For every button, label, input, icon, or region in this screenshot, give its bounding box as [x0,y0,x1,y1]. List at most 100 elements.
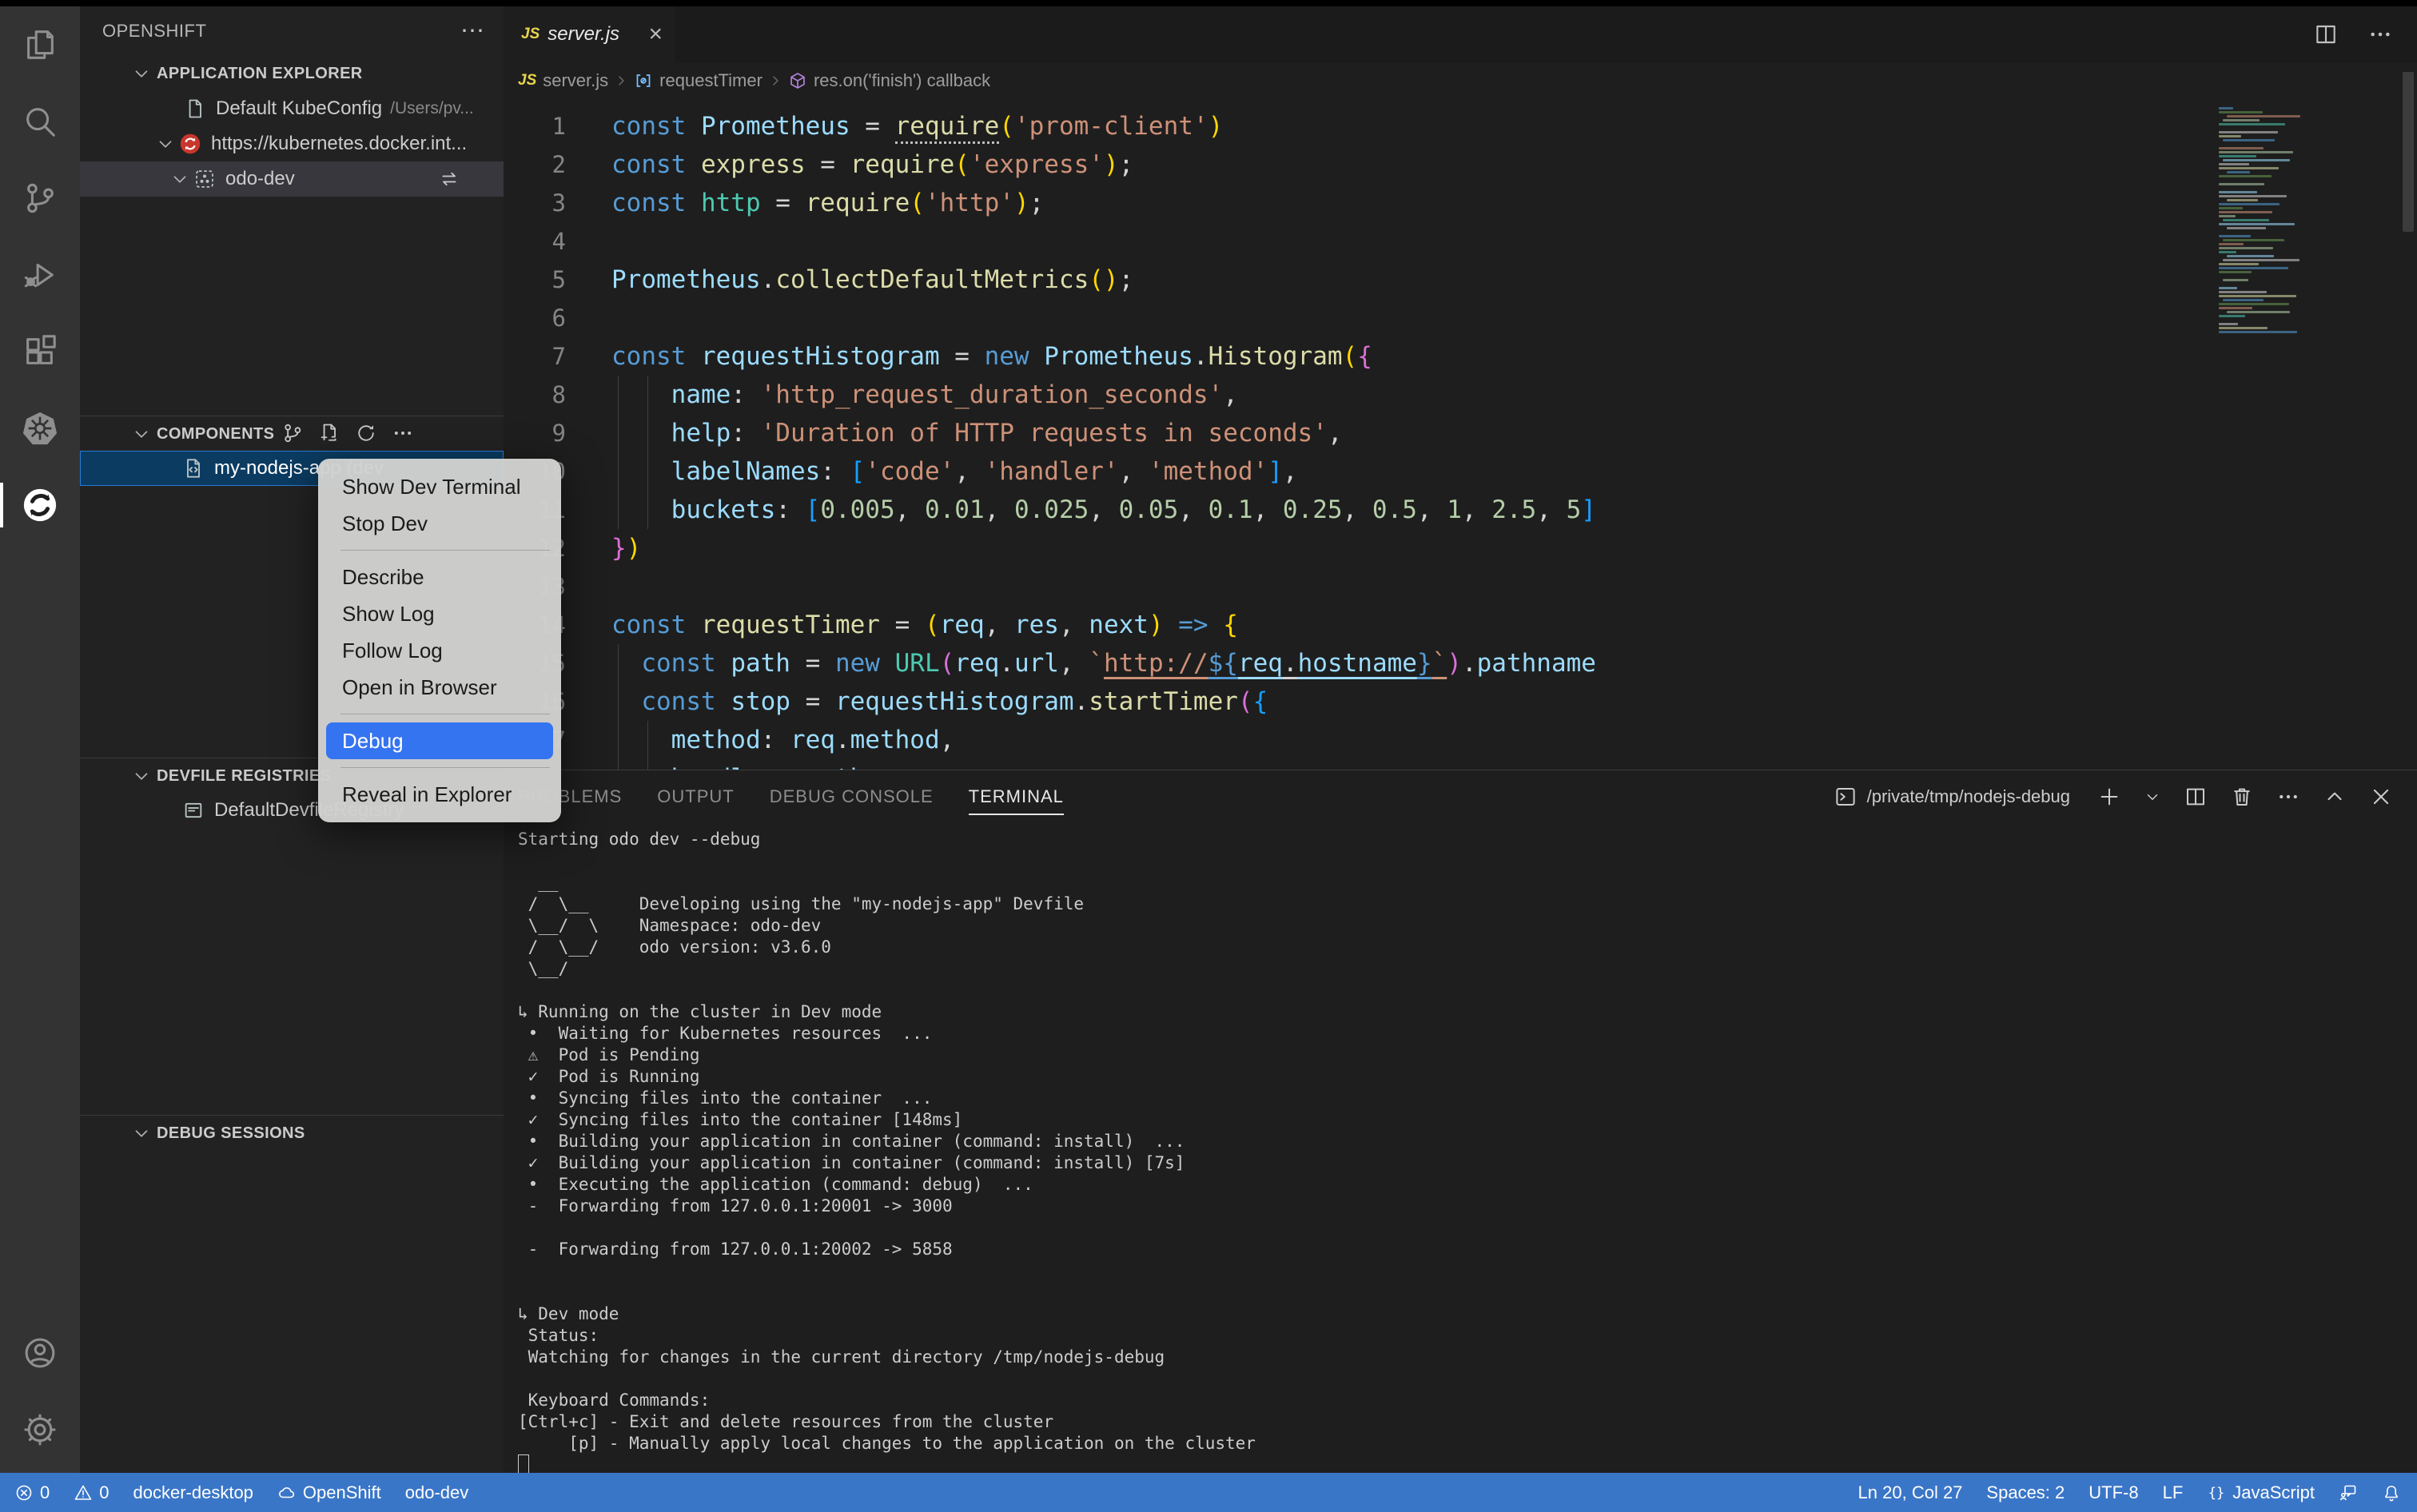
activitybar-search[interactable] [0,83,80,160]
code-line-13[interactable]: 13 [504,567,2417,606]
tab-server-js[interactable]: JS server.js × [504,6,675,62]
statusbar-problems-errors[interactable]: 0 [14,1482,50,1503]
menu-item-stop-dev[interactable]: Stop Dev [326,505,553,542]
menu-item-describe[interactable]: Describe [326,559,553,595]
menu-item-show-dev-terminal[interactable]: Show Dev Terminal [326,468,553,505]
code-line-18[interactable]: 18 handler: path [504,759,2417,770]
tree-item-kubeconfig[interactable]: Default KubeConfig /Users/pv... [80,91,504,126]
code-line-8[interactable]: 8 name: 'http_request_duration_seconds', [504,376,2417,414]
code-line-4[interactable]: 4 [504,222,2417,261]
warning-icon [74,1483,93,1502]
chevron-down-icon [131,766,152,786]
vscode-window: OPENSHIFT ⋯ APPLICATION EXPLORER Default… [0,0,2417,1512]
activitybar-account[interactable] [0,1315,80,1391]
section-label: COMPONENTS [157,425,274,444]
terminal-icon [1834,785,1858,809]
minimap[interactable] [2217,107,2307,335]
menu-separator [340,550,550,551]
editor-scrollbar-thumb[interactable] [2403,72,2414,232]
statusbar-openshift-status[interactable]: OpenShift [277,1482,381,1503]
indent-guide [618,376,619,529]
new-terminal-icon[interactable] [2097,785,2121,809]
tree-item-project-odo-dev[interactable]: odo-dev [80,161,504,197]
cloud-icon [277,1483,297,1502]
breadcrumb-item[interactable]: res.on('finish') callback [788,70,990,91]
code-line-1[interactable]: 1const Prometheus = require('prom-client… [504,107,2417,145]
maximize-panel-icon[interactable] [2323,785,2347,809]
statusbar-cursor-position[interactable]: Ln 20, Col 27 [1858,1482,1963,1503]
statusbar-language-mode[interactable]: {}JavaScript [2207,1482,2315,1503]
new-component-icon[interactable] [318,422,340,444]
code-line-12[interactable]: 12}) [504,529,2417,567]
terminal-cursor [518,1454,529,1473]
tree-item-cluster[interactable]: https://kubernetes.docker.int... [80,126,504,161]
code-line-10[interactable]: 10 labelNames: ['code', 'handler', 'meth… [504,452,2417,491]
line-number: 8 [504,376,566,414]
split-editor-icon[interactable] [2313,22,2339,47]
extensions-icon [22,333,58,370]
code-line-16[interactable]: 16 const stop = requestHistogram.startTi… [504,682,2417,721]
statusbar-notifications[interactable] [2382,1483,2401,1502]
section-application-explorer[interactable]: APPLICATION EXPLORER [80,56,504,91]
code-line-6[interactable]: 6 [504,299,2417,337]
code-editor[interactable]: 1const Prometheus = require('prom-client… [504,99,2417,770]
terminal-instance[interactable]: /private/tmp/nodejs-debug [1834,785,2070,809]
section-label: APPLICATION EXPLORER [157,65,363,83]
line-number: 3 [504,184,566,222]
editor-actions [2313,6,2393,62]
activitybar-openshift[interactable] [0,467,80,543]
code-line-9[interactable]: 9 help: 'Duration of HTTP requests in se… [504,414,2417,452]
panel-tab-terminal[interactable]: TERMINAL [969,770,1064,823]
statusbar-indentation[interactable]: Spaces: 2 [1986,1482,2065,1503]
editor-more-actions-icon[interactable] [2367,22,2393,47]
panel-tab-debug-console[interactable]: DEBUG CONSOLE [770,770,934,823]
tab-close-icon[interactable]: × [648,22,663,46]
section-debug-sessions[interactable]: DEBUG SESSIONS [80,1115,504,1151]
activitybar-kubernetes[interactable] [0,390,80,467]
code-line-17[interactable]: 17 method: req.method, [504,721,2417,759]
close-panel-icon[interactable] [2369,785,2393,809]
terminal-dropdown-icon[interactable] [2144,788,2161,806]
code-line-15[interactable]: 15 const path = new URL(req.url, `http:/… [504,644,2417,682]
panel-more-actions-icon[interactable] [2276,785,2300,809]
tab-bar: JS server.js × [504,6,2417,62]
sidebar-more-actions-icon[interactable]: ⋯ [460,19,484,43]
terminal-output[interactable]: Starting odo dev --debug __ / \__ Develo… [518,829,2385,1473]
statusbar-encoding[interactable]: UTF-8 [2088,1482,2138,1503]
code-line-11[interactable]: 11 buckets: [0.005, 0.01, 0.025, 0.05, 0… [504,491,2417,529]
panel-tab-output[interactable]: OUTPUT [657,770,734,823]
code-line-2[interactable]: 2const express = require('express'); [504,145,2417,184]
switch-namespace-icon[interactable] [438,168,460,190]
chevron-down-icon [131,1123,152,1144]
statusbar-namespace-odo-dev[interactable]: odo-dev [405,1482,469,1503]
import-from-git-icon[interactable] [281,422,304,444]
code-line-3[interactable]: 3const http = require('http'); [504,184,2417,222]
line-number: 2 [504,145,566,184]
statusbar-feedback[interactable] [2339,1483,2358,1502]
activitybar-explorer[interactable] [0,6,80,83]
menu-item-follow-log[interactable]: Follow Log [326,632,553,669]
breadcrumb-item[interactable]: JSserver.js [518,70,608,91]
code-line-14[interactable]: 14const requestTimer = (req, res, next) … [504,606,2417,644]
code-line-7[interactable]: 7const requestHistogram = new Prometheus… [504,337,2417,376]
statusbar-eol[interactable]: LF [2163,1482,2184,1503]
code-line-5[interactable]: 5Prometheus.collectDefaultMetrics(); [504,261,2417,299]
components-actions [281,416,414,451]
breadcrumb-item[interactable]: requestTimer [634,70,763,91]
menu-item-reveal-in-explorer[interactable]: Reveal in Explorer [326,776,553,813]
menu-item-show-log[interactable]: Show Log [326,595,553,632]
activity-bar [0,6,80,1473]
activitybar-settings[interactable] [0,1391,80,1468]
refresh-components-icon[interactable] [355,422,377,444]
statusbar-problems-warnings[interactable]: 0 [74,1482,109,1503]
js-file-icon: JS [518,72,536,90]
menu-item-debug[interactable]: Debug [326,722,553,759]
kill-terminal-icon[interactable] [2230,785,2254,809]
statusbar-context-docker-desktop[interactable]: docker-desktop [133,1482,253,1503]
activitybar-run-debug[interactable] [0,237,80,313]
components-more-actions-icon[interactable] [392,422,414,444]
menu-item-open-in-browser[interactable]: Open in Browser [326,669,553,706]
activitybar-source-control[interactable] [0,160,80,237]
activitybar-extensions[interactable] [0,313,80,390]
split-terminal-icon[interactable] [2184,785,2208,809]
